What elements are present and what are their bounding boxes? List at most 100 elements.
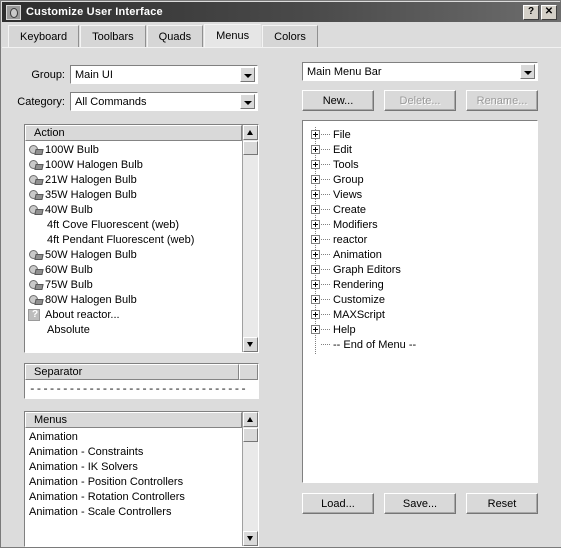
tree-node-group[interactable]: Group xyxy=(311,172,416,187)
load-button[interactable]: Load... xyxy=(302,493,374,514)
list-item[interactable]: Animation - Constraints xyxy=(25,444,242,459)
list-item[interactable]: 100W Bulb xyxy=(25,142,242,157)
close-button[interactable]: ✕ xyxy=(541,4,557,20)
expand-plus-icon[interactable] xyxy=(311,220,320,229)
expand-plus-icon[interactable] xyxy=(311,235,320,244)
tree-node-file[interactable]: File xyxy=(311,127,416,142)
tree-node-maxscript[interactable]: MAXScript xyxy=(311,307,416,322)
expand-plus-icon[interactable] xyxy=(311,295,320,304)
tree-node-tools[interactable]: Tools xyxy=(311,157,416,172)
list-item[interactable]: 4ft Cove Fluorescent (web) xyxy=(25,217,242,232)
new-button[interactable]: New... xyxy=(302,90,374,111)
tree-node-views[interactable]: Views xyxy=(311,187,416,202)
expand-plus-icon[interactable] xyxy=(311,130,320,139)
list-item[interactable]: 21W Halogen Bulb xyxy=(25,172,242,187)
chevron-down-icon[interactable] xyxy=(520,64,535,79)
reset-button[interactable]: Reset xyxy=(466,493,538,514)
tree-connector-icon xyxy=(321,239,330,240)
expand-plus-icon[interactable] xyxy=(311,175,320,184)
list-item-label: Animation - Rotation Controllers xyxy=(29,490,185,503)
scroll-down-arrow-icon[interactable] xyxy=(243,337,258,352)
tab-keyboard[interactable]: Keyboard xyxy=(8,25,80,47)
list-item-label: 60W Bulb xyxy=(45,263,93,276)
expand-plus-icon[interactable] xyxy=(311,310,320,319)
separator-column-header[interactable]: Separator xyxy=(25,364,239,380)
question-mark-icon xyxy=(28,308,41,321)
scroll-thumb[interactable] xyxy=(243,428,258,442)
menu-tree-view[interactable]: File Edit Tools Group Views Create Modif… xyxy=(302,120,538,483)
expand-plus-icon[interactable] xyxy=(311,205,320,214)
action-column-header[interactable]: Action xyxy=(25,125,242,141)
list-item-label: 40W Bulb xyxy=(45,203,93,216)
group-combo[interactable]: Main UI xyxy=(70,65,258,84)
chevron-down-icon[interactable] xyxy=(240,94,255,109)
expand-plus-icon[interactable] xyxy=(311,280,320,289)
save-button[interactable]: Save... xyxy=(384,493,456,514)
tree-node-end-of-menu[interactable]: -- End of Menu -- xyxy=(311,337,416,352)
scroll-up-arrow-icon[interactable] xyxy=(243,125,258,140)
list-item[interactable]: 60W Bulb xyxy=(25,262,242,277)
action-list-scrollbar[interactable] xyxy=(242,125,258,352)
list-item[interactable]: Animation - Position Controllers xyxy=(25,474,242,489)
list-item[interactable]: 75W Bulb xyxy=(25,277,242,292)
menus-column-header[interactable]: Menus xyxy=(25,412,242,428)
list-item[interactable]: Animation - Rotation Controllers xyxy=(25,489,242,504)
scroll-down-arrow-icon[interactable] xyxy=(243,531,258,546)
scroll-up-arrow-icon[interactable] xyxy=(243,412,258,427)
separator-column-header-extra[interactable] xyxy=(239,364,258,380)
separator-listbox[interactable]: Separator ------------------------------… xyxy=(24,363,259,399)
tree-connector-icon xyxy=(321,284,330,285)
list-item[interactable]: 4ft Pendant Fluorescent (web) xyxy=(25,232,242,247)
list-item[interactable]: 80W Halogen Bulb xyxy=(25,292,242,307)
menu-select-combo[interactable]: Main Menu Bar xyxy=(302,62,538,81)
list-item[interactable]: 100W Halogen Bulb xyxy=(25,157,242,172)
tree-node-create[interactable]: Create xyxy=(311,202,416,217)
tree-connector-icon xyxy=(321,329,330,330)
group-combo-value: Main UI xyxy=(75,68,113,81)
tree-node-edit[interactable]: Edit xyxy=(311,142,416,157)
list-item[interactable]: Absolute xyxy=(25,322,242,337)
menus-listbox[interactable]: Menus Animation Animation - Constraints … xyxy=(24,411,259,547)
scroll-thumb[interactable] xyxy=(243,141,258,155)
category-combo[interactable]: All Commands xyxy=(70,92,258,111)
list-item[interactable]: 40W Bulb xyxy=(25,202,242,217)
list-item[interactable]: Animation xyxy=(25,429,242,444)
expand-plus-icon[interactable] xyxy=(311,190,320,199)
menus-list-scrollbar[interactable] xyxy=(242,412,258,546)
list-item[interactable]: Animation - IK Solvers xyxy=(25,459,242,474)
expand-plus-icon[interactable] xyxy=(311,265,320,274)
tree-node-animation[interactable]: Animation xyxy=(311,247,416,262)
tree-node-rendering[interactable]: Rendering xyxy=(311,277,416,292)
tab-toolbars[interactable]: Toolbars xyxy=(80,25,146,47)
list-item[interactable]: --------------------------------- xyxy=(25,381,258,396)
help-button[interactable]: ? xyxy=(523,4,539,20)
tree-connector-icon xyxy=(321,314,330,315)
bulb-icon xyxy=(27,293,43,306)
tab-colors[interactable]: Colors xyxy=(262,25,318,47)
chevron-down-icon[interactable] xyxy=(240,67,255,82)
tree-node-graph-editors[interactable]: Graph Editors xyxy=(311,262,416,277)
expand-plus-icon[interactable] xyxy=(311,160,320,169)
tree-node-label: Help xyxy=(333,323,356,336)
tree-node-help[interactable]: Help xyxy=(311,322,416,337)
tree-node-customize[interactable]: Customize xyxy=(311,292,416,307)
list-item[interactable]: Animation - Scale Controllers xyxy=(25,504,242,519)
expand-plus-icon[interactable] xyxy=(311,250,320,259)
tree-node-reactor[interactable]: reactor xyxy=(311,232,416,247)
tree-leaf-marker-icon xyxy=(311,340,320,349)
expand-plus-icon[interactable] xyxy=(311,145,320,154)
list-item-label: 75W Bulb xyxy=(45,278,93,291)
action-listbox[interactable]: Action 100W Bulb 100W Halogen Bulb 21W H… xyxy=(24,124,259,353)
list-item[interactable]: About reactor... xyxy=(25,307,242,322)
list-item[interactable]: 35W Halogen Bulb xyxy=(25,187,242,202)
tree-node-modifiers[interactable]: Modifiers xyxy=(311,217,416,232)
tab-quads[interactable]: Quads xyxy=(146,25,204,47)
expand-plus-icon[interactable] xyxy=(311,325,320,334)
menus-list-items: Animation Animation - Constraints Animat… xyxy=(25,429,242,546)
tree-node-label: Tools xyxy=(333,158,359,171)
tab-menus[interactable]: Menus xyxy=(204,24,262,47)
list-item-label: Animation - Position Controllers xyxy=(29,475,184,488)
tree-node-label: Customize xyxy=(333,293,385,306)
list-item[interactable]: 50W Halogen Bulb xyxy=(25,247,242,262)
menu-select-value: Main Menu Bar xyxy=(307,65,382,78)
